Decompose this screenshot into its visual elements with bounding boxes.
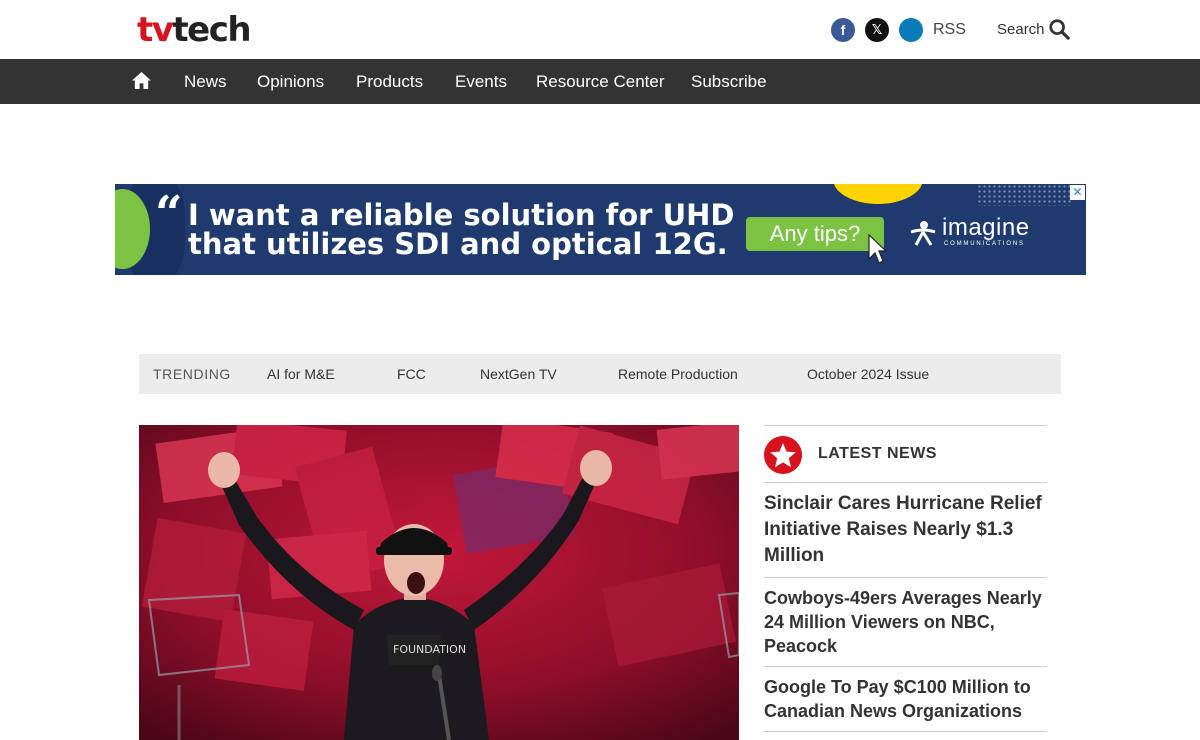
ad-close-icon[interactable]: ✕ — [1070, 185, 1085, 200]
nav-item-products[interactable]: Products — [356, 72, 423, 92]
search-label[interactable]: Search — [997, 21, 1045, 38]
trending-item-remote-production[interactable]: Remote Production — [618, 366, 738, 382]
linkedin-icon[interactable] — [899, 18, 923, 42]
divider — [764, 482, 1047, 483]
news-item-1[interactable]: Sinclair Cares Hurricane Relief Initiati… — [764, 491, 1047, 569]
nav-item-news[interactable]: News — [184, 72, 227, 92]
svg-text:FOUNDATION: FOUNDATION — [393, 643, 466, 656]
imagine-logo-icon — [910, 221, 936, 246]
news-item-2[interactable]: Cowboys-49ers Averages Nearly 24 Million… — [764, 586, 1047, 658]
nav-item-subscribe[interactable]: Subscribe — [691, 72, 767, 92]
hero-image[interactable]: FOUNDATION — [139, 425, 739, 740]
site-header: tvtech f 𝕏 RSS Search — [0, 0, 1200, 59]
star-icon — [764, 436, 802, 474]
nav-item-events[interactable]: Events — [455, 72, 507, 92]
ad-cta-button[interactable]: Any tips? — [746, 217, 884, 251]
cursor-icon — [868, 233, 887, 264]
trending-item-fcc[interactable]: FCC — [397, 366, 426, 382]
nav-item-resource-center[interactable]: Resource Center — [536, 72, 665, 92]
ad-headline-2: that utilizes SDI and optical 12G. — [188, 227, 728, 261]
divider — [764, 666, 1047, 667]
home-icon[interactable] — [131, 71, 152, 90]
trending-bar: TRENDING AI for M&E FCC NextGen TV Remot… — [139, 354, 1061, 394]
x-twitter-icon[interactable]: 𝕏 — [865, 18, 889, 42]
ad-brand-name: imagine — [942, 214, 1030, 241]
nav-item-opinions[interactable]: Opinions — [257, 72, 324, 92]
divider — [764, 577, 1047, 578]
logo-tv: tv — [137, 10, 174, 50]
quote-icon: “ — [155, 186, 183, 242]
search-icon[interactable] — [1048, 18, 1070, 40]
ad-decor-dots — [977, 184, 1072, 206]
site-logo[interactable]: tvtech — [137, 10, 252, 50]
logo-tech: tech — [172, 10, 251, 50]
ad-brand-sub: COMMUNICATIONS — [944, 241, 1025, 247]
divider — [764, 731, 1047, 732]
facebook-icon[interactable]: f — [831, 18, 855, 42]
news-item-3[interactable]: Google To Pay $C100 Million to Canadian … — [764, 675, 1047, 723]
ad-banner[interactable]: “ I want a reliable solution for UHD tha… — [115, 184, 1086, 275]
latest-news-title: LATEST NEWS — [818, 445, 937, 462]
trending-item-october-issue[interactable]: October 2024 Issue — [807, 366, 929, 382]
main-nav: News Opinions Products Events Resource C… — [0, 59, 1200, 104]
ad-decor-yellow — [833, 184, 923, 204]
rss-link[interactable]: RSS — [933, 21, 966, 39]
divider — [764, 425, 1047, 426]
trending-item-nextgen[interactable]: NextGen TV — [480, 366, 557, 382]
trending-item-ai[interactable]: AI for M&E — [267, 366, 335, 382]
trending-label: TRENDING — [153, 366, 231, 382]
